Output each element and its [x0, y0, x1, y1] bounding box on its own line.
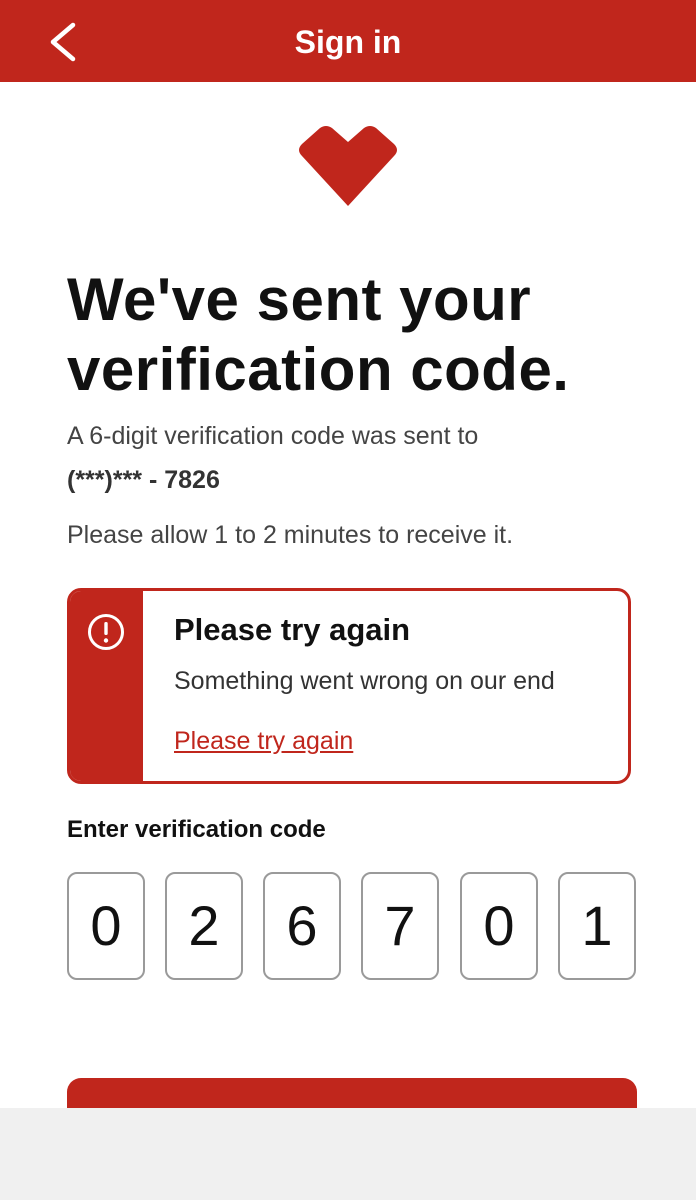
sent-to-text: A 6-digit verification code was sent to [67, 422, 479, 450]
bottom-safe-area [0, 1108, 696, 1200]
alert-title: Please try again [174, 612, 411, 647]
alert-accent-bar [70, 591, 143, 781]
sign-in-verification-screen: Sign in We've sent your verification cod… [0, 0, 696, 1200]
code-digit-2[interactable]: 2 [165, 872, 243, 980]
code-digit-3[interactable]: 6 [263, 872, 341, 980]
header-bar: Sign in [0, 0, 696, 82]
code-label: Enter verification code [67, 816, 326, 843]
code-digit-5[interactable]: 0 [460, 872, 538, 980]
error-alert: Please try again Something went wrong on… [67, 588, 631, 784]
allow-time-text: Please allow 1 to 2 minutes to receive i… [67, 521, 514, 549]
masked-phone-number: (***)*** - 7826 [67, 466, 220, 494]
code-digit-1[interactable]: 0 [67, 872, 145, 980]
heart-icon [299, 126, 397, 206]
page-title: We've sent your verification code. [67, 266, 570, 403]
code-digit-4[interactable]: 7 [361, 872, 439, 980]
try-again-link[interactable]: Please try again [174, 725, 353, 757]
exclamation-circle-icon [88, 614, 124, 650]
header-title: Sign in [294, 24, 402, 60]
verification-code-input: 0 2 6 7 0 1 [67, 872, 637, 980]
alert-message: Something went wrong on our end [174, 667, 555, 695]
code-digit-6[interactable]: 1 [558, 872, 636, 980]
